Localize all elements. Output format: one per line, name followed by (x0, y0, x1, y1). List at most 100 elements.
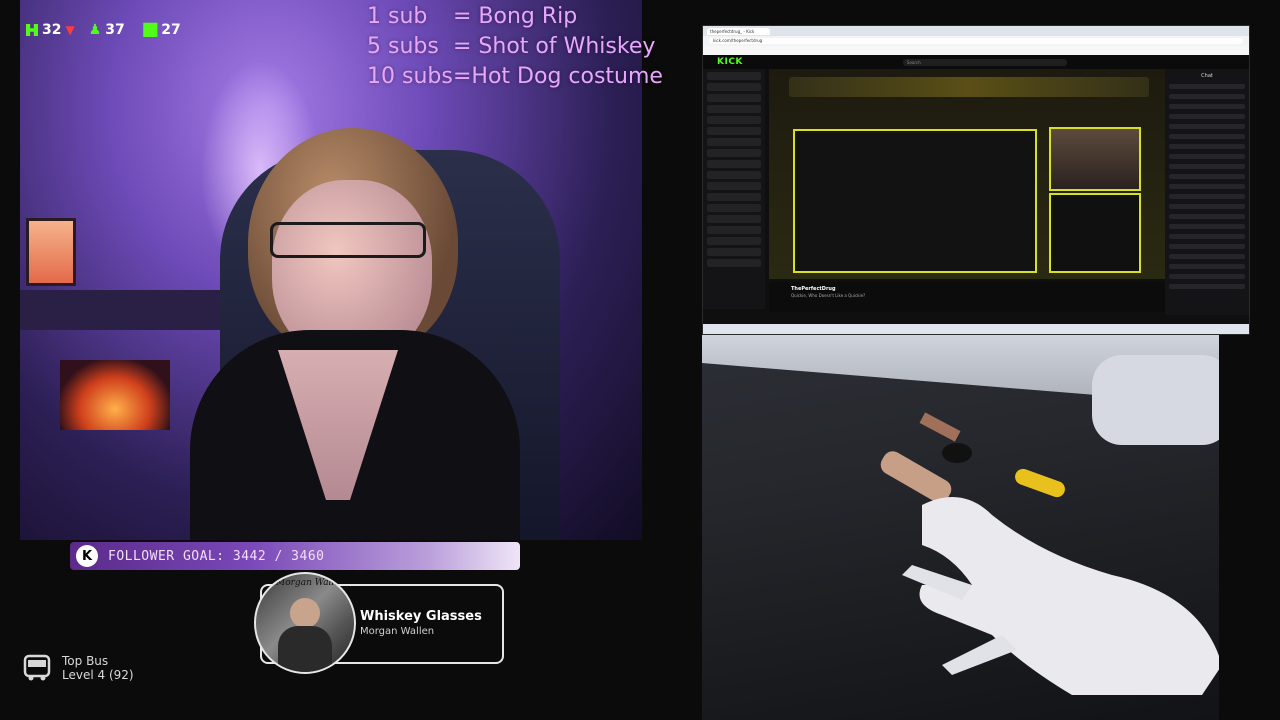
stat-b-value: 37 (105, 22, 125, 38)
stat-viewers: ♟ 37 (89, 22, 125, 38)
kick-logo-icon: K (76, 545, 98, 567)
nested-stream (793, 129, 1037, 273)
stat-signal: ▐█ 27 (139, 22, 181, 38)
album-art: Morgan Wallen (254, 572, 356, 674)
arrow-down-icon: ▼ (65, 23, 75, 37)
channel-info: ThePerfectDrug Quickie, Who Doesn't Like… (769, 282, 1165, 312)
chat-line (1169, 94, 1245, 99)
kick-brand: KICK (717, 57, 743, 67)
sidebar-item (707, 160, 761, 168)
kick-chat: Chat (1165, 69, 1249, 315)
sleeping-dog (902, 497, 1219, 695)
chat-line (1169, 214, 1245, 219)
toy-hammer (919, 412, 961, 442)
sidebar-item (707, 138, 761, 146)
top-bus-title: Top Bus (62, 654, 109, 668)
artist-body (278, 626, 332, 672)
toy-ball (942, 443, 972, 463)
song-title: Whiskey Glasses (360, 609, 482, 624)
chat-line (1169, 274, 1245, 279)
sidebar-item (707, 171, 761, 179)
chat-line (1169, 104, 1245, 109)
chat-line (1169, 194, 1245, 199)
chat-line (1169, 124, 1245, 129)
channel-name: ThePerfectDrug (791, 286, 836, 292)
kick-header: KICK Search (703, 55, 1249, 69)
bus-icon (23, 654, 51, 681)
stat-c-value: 27 (161, 22, 181, 38)
chat-line (1169, 254, 1245, 259)
stream-stats: 32 ▼ ♟ 37 ▐█ 27 (26, 22, 181, 38)
top-bus-widget: Top Bus Level 4 (92) (22, 653, 134, 683)
follower-goal-label: FOLLOWER GOAL: 3442 / 3460 (108, 548, 325, 564)
sidebar-item (707, 127, 761, 135)
sub-goal-count: 5 subs (367, 34, 439, 59)
kick-sidebar (703, 69, 765, 309)
sidebar-item (707, 182, 761, 190)
chat-line (1169, 244, 1245, 249)
kick-player (769, 69, 1165, 279)
sub-goal-row: 5 subs = Shot of Whiskey (367, 32, 663, 62)
person-icon: ♟ (88, 22, 102, 38)
top-bus-text: Top Bus Level 4 (92) (62, 654, 134, 682)
sub-goal-count: 1 sub (367, 4, 428, 29)
chat-title: Chat (1201, 73, 1213, 79)
chat-line (1169, 234, 1245, 239)
artist-head (290, 598, 320, 628)
sidebar-item (707, 149, 761, 157)
dog-cam-feed (702, 335, 1219, 720)
top-bus-level: Level 4 (92) (62, 668, 134, 682)
stat-followers: 32 ▼ (26, 22, 75, 38)
sidebar-item (707, 72, 761, 80)
chat-line (1169, 144, 1245, 149)
chat-line (1169, 224, 1245, 229)
chat-line (1169, 184, 1245, 189)
stream-title: Quickie, Who Doesn't Like a Quickie? (791, 293, 866, 298)
browser-url: kick.com/theperfectdrug (709, 38, 1243, 44)
sub-goals: 1 sub = Bong Rip 5 subs = Shot of Whiske… (367, 2, 663, 92)
sub-goal-row: 1 sub = Bong Rip (367, 2, 663, 32)
nested-cam (1049, 127, 1141, 191)
stat-a-value: 32 (42, 22, 62, 38)
sidebar-item (707, 105, 761, 113)
glasses (270, 222, 426, 258)
chat-line (1169, 154, 1245, 159)
follower-goal-bar: K FOLLOWER GOAL: 3442 / 3460 (70, 542, 520, 570)
sub-goal-reward: =Hot Dog costume (453, 64, 663, 89)
chat-line (1169, 284, 1245, 289)
sidebar-item (707, 215, 761, 223)
chat-line (1169, 164, 1245, 169)
lamp (26, 218, 76, 286)
stream-banner (789, 77, 1149, 97)
browser-tab: theperfectdrug_ - Kick (707, 27, 770, 35)
sub-goal-row: 10 subs =Hot Dog costume (367, 62, 663, 92)
sidebar-item (707, 83, 761, 91)
sidebar-item (707, 204, 761, 212)
sub-goal-reward: = Bong Rip (453, 4, 578, 29)
sidebar-item (707, 94, 761, 102)
sidebar-item (707, 226, 761, 234)
song-artist: Morgan Wallen (360, 626, 435, 637)
browser-address-bar: kick.com/theperfectdrug (703, 36, 1249, 46)
chat-line (1169, 174, 1245, 179)
nested-chat (1049, 193, 1141, 273)
sidebar-item (707, 248, 761, 256)
kick-search: Search (902, 58, 1067, 66)
sidebar-item (707, 237, 761, 245)
sidebar-item (707, 116, 761, 124)
kick-logo-icon (26, 24, 38, 36)
chat-line (1169, 134, 1245, 139)
chat-line (1169, 204, 1245, 209)
chat-line (1169, 114, 1245, 119)
windows-taskbar (703, 324, 1249, 334)
sidebar-item (707, 193, 761, 201)
bars-icon: ▐█ (138, 23, 158, 37)
chat-line (1169, 264, 1245, 269)
album-art-text: Morgan Wallen (276, 578, 346, 588)
sidebar-item (707, 259, 761, 267)
sub-goal-count: 10 subs (367, 64, 453, 89)
browser-tab-strip: theperfectdrug_ - Kick (703, 26, 1249, 36)
fireplace (60, 360, 170, 430)
chat-line (1169, 84, 1245, 89)
browser-capture: theperfectdrug_ - Kick kick.com/theperfe… (702, 25, 1250, 335)
